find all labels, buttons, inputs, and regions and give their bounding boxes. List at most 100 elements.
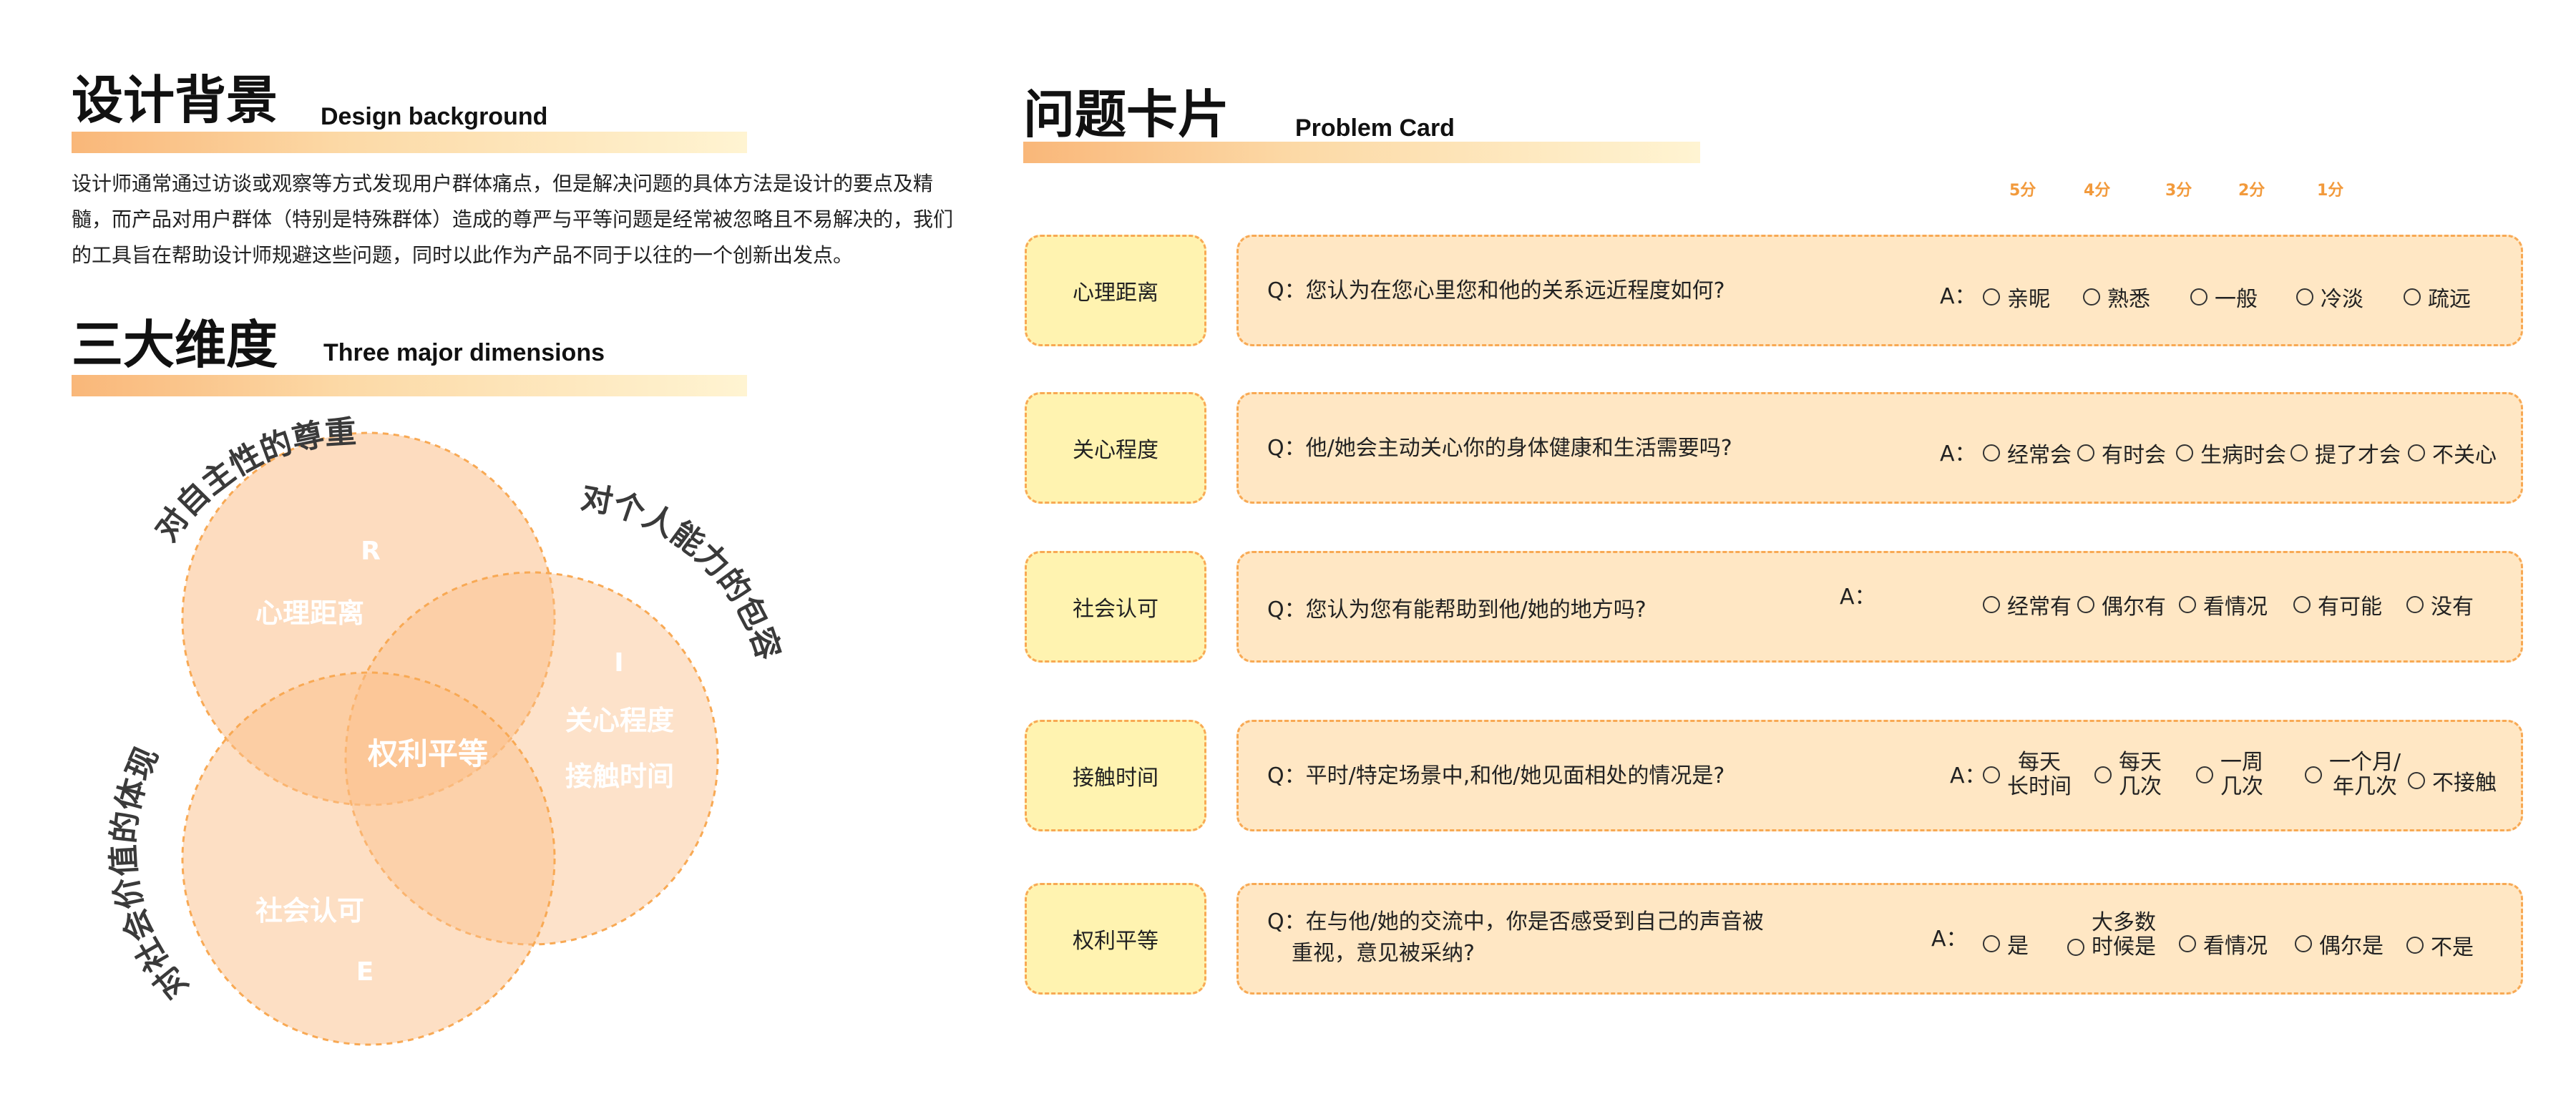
category-contact-time: 接触时间 (1025, 720, 1206, 831)
score-label: 2分 (2238, 182, 2265, 200)
option-radio[interactable]: 没有 (2406, 589, 2474, 620)
option-radio[interactable]: 经常有 (1983, 589, 2072, 620)
question-card-care-level: Q：他/她会主动关心你的身体健康和生活需要吗? A： 经常会 有时会 生病时会 … (1236, 392, 2523, 504)
radio-icon[interactable] (2305, 766, 2322, 783)
option-radio[interactable]: 熟悉 (2083, 281, 2150, 313)
problem-card-underline (1023, 142, 1700, 163)
problem-card-title: 问题卡片 (1023, 84, 1230, 145)
category-label: 心理距离 (1073, 280, 1158, 306)
option-radio[interactable]: 一个月/年几次 (2305, 751, 2401, 799)
radio-icon[interactable] (1983, 288, 2000, 306)
radio-icon[interactable] (2408, 444, 2425, 461)
radio-icon[interactable] (2296, 288, 2313, 306)
option-radio[interactable]: 亲昵 (1983, 281, 2050, 313)
option-radio[interactable]: 疏远 (2404, 281, 2471, 313)
radio-icon[interactable] (1983, 766, 2000, 783)
radio-icon[interactable] (2179, 596, 2196, 613)
question-text: Q：您认为在您心里您和他的关系远近程度如何? (1267, 278, 1725, 303)
option-radio[interactable]: 有时会 (2077, 437, 2166, 469)
venn-label-care-level: 关心程度 (565, 705, 674, 736)
question-text: Q：平时/特定场景中,和他/她见面相处的情况是? (1267, 763, 1725, 788)
three-dimensions-title: 三大维度 (72, 315, 278, 375)
radio-icon[interactable] (2176, 444, 2193, 461)
three-dimensions-underline (72, 375, 747, 396)
option-radio[interactable]: 一周 几次 (2196, 751, 2263, 799)
design-background-text: 设计师通常通过访谈或观察等方式发现用户群体痛点，但是解决问题的具体方法是设计的要… (72, 166, 966, 273)
venn-letter-e: E (356, 957, 374, 987)
option-radio[interactable]: 大多数 时候是 (2067, 911, 2156, 959)
background-text-line: 髓，而产品对用户群体（特别是特殊群体）造成的尊严与平等问题是经常被忽略且不易解决… (72, 207, 954, 231)
radio-icon[interactable] (2404, 288, 2421, 306)
radio-icon[interactable] (2067, 939, 2084, 956)
option-radio[interactable]: 生病时会 (2176, 437, 2286, 469)
option-radio[interactable]: 每天 长时间 (1983, 751, 2072, 799)
category-psych-distance: 心理距离 (1025, 235, 1206, 346)
design-background-title: 设计背景 (72, 70, 278, 130)
design-background-subtitle: Design background (321, 103, 548, 130)
answer-label: A： (1940, 441, 1976, 467)
score-label: 1分 (2317, 182, 2344, 200)
answer-label: A： (1950, 763, 1986, 788)
question-card-power-equality: Q：在与他/她的交流中，你是否感受到自己的声音被 重视，意见被采纳? A： 是 … (1236, 883, 2523, 995)
radio-icon[interactable] (2295, 935, 2312, 952)
option-radio[interactable]: 一般 (2190, 281, 2258, 313)
option-radio[interactable]: 是 (1983, 928, 2029, 959)
radio-icon[interactable] (2094, 766, 2112, 783)
category-label: 关心程度 (1073, 438, 1158, 463)
score-label: 5分 (2009, 182, 2036, 200)
venn-letter-r: R (361, 537, 381, 566)
category-power-equality: 权利平等 (1025, 883, 1206, 995)
venn-circle-e (181, 671, 556, 1046)
score-label: 3分 (2165, 182, 2192, 200)
category-label: 社会认可 (1073, 597, 1158, 622)
radio-icon[interactable] (2406, 596, 2424, 613)
venn-letter-i: I (614, 648, 623, 678)
question-text: Q：在与他/她的交流中，你是否感受到自己的声音被 重视，意见被采纳? (1267, 907, 1764, 969)
radio-icon[interactable] (2190, 288, 2207, 306)
three-dimensions-venn-diagram: 对自主性的尊重 对个人能力的包容 对社会价值的体现 R 心理距离 I 关心程度 … (107, 414, 787, 1046)
radio-icon[interactable] (2077, 444, 2094, 461)
option-radio[interactable]: 看情况 (2179, 589, 2268, 620)
question-line: 重视，意见被采纳? (1292, 941, 1475, 966)
answer-label: A： (1840, 585, 1876, 610)
venn-label-psych-distance: 心理距离 (255, 597, 364, 629)
background-text-line: 设计师通常通过访谈或观察等方式发现用户群体痛点，但是解决问题的具体方法是设计的要… (72, 172, 934, 195)
radio-icon[interactable] (2293, 596, 2311, 613)
score-label: 4分 (2084, 182, 2111, 200)
problem-card-subtitle: Problem Card (1295, 114, 1455, 142)
radio-icon[interactable] (1983, 596, 2000, 613)
option-radio[interactable]: 冷淡 (2296, 281, 2363, 313)
venn-label-social-recognition: 社会认可 (255, 895, 364, 927)
question-card-psych-distance: Q：您认为在您心里您和他的关系远近程度如何? A： 亲昵 熟悉 一般 冷淡 疏远 (1236, 235, 2523, 346)
option-radio[interactable]: 看情况 (2179, 928, 2268, 959)
question-card-social-recognition: Q：您认为您有能帮助到他/她的地方吗? A： 经常有 偶尔有 看情况 有可能 没… (1236, 551, 2523, 663)
radio-icon[interactable] (2077, 596, 2094, 613)
venn-label-contact-time: 接触时间 (565, 761, 674, 792)
option-radio[interactable]: 偶尔是 (2295, 928, 2384, 959)
category-label: 权利平等 (1073, 929, 1158, 954)
background-text-line: 的工具旨在帮助设计师规避这些问题，同时以此作为产品不同于以往的一个创新出发点。 (72, 243, 854, 267)
category-care-level: 关心程度 (1025, 392, 1206, 504)
question-text: Q：您认为您有能帮助到他/她的地方吗? (1267, 597, 1646, 622)
question-line: Q：在与他/她的交流中，你是否感受到自己的声音被 (1267, 909, 1764, 934)
option-radio[interactable]: 不接触 (2408, 765, 2497, 796)
radio-icon[interactable] (2083, 288, 2100, 306)
radio-icon[interactable] (1983, 935, 2000, 952)
option-radio[interactable]: 不是 (2406, 929, 2474, 961)
radio-icon[interactable] (2179, 935, 2196, 952)
category-social-recognition: 社会认可 (1025, 551, 1206, 663)
radio-icon[interactable] (2408, 772, 2425, 789)
three-dimensions-subtitle: Three major dimensions (323, 339, 605, 366)
radio-icon[interactable] (1983, 444, 2000, 461)
question-text: Q：他/她会主动关心你的身体健康和生活需要吗? (1267, 436, 1732, 461)
option-radio[interactable]: 经常会 (1983, 437, 2072, 469)
question-card-contact-time: Q：平时/特定场景中,和他/她见面相处的情况是? A： 每天 长时间 每天 几次 一… (1236, 720, 2523, 831)
radio-icon[interactable] (2406, 937, 2424, 954)
option-radio[interactable]: 不关心 (2408, 437, 2497, 469)
option-radio[interactable]: 每天 几次 (2094, 751, 2162, 799)
radio-icon[interactable] (2196, 766, 2213, 783)
radio-icon[interactable] (2290, 444, 2308, 461)
option-radio[interactable]: 有可能 (2293, 589, 2382, 620)
option-radio[interactable]: 偶尔有 (2077, 589, 2166, 620)
option-radio[interactable]: 提了才会 (2290, 437, 2401, 469)
